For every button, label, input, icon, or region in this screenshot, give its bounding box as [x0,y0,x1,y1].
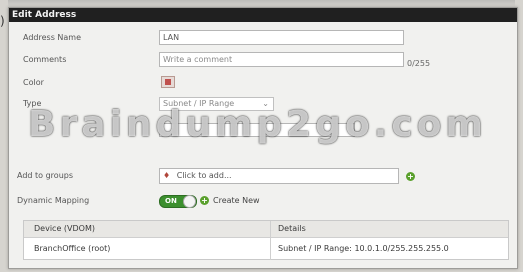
color-picker-button[interactable] [161,76,175,88]
dialog-title: Edit Address [9,8,517,22]
top-shadow [8,0,515,7]
cell-details: Subnet / IP Range: 10.0.1.0/255.255.255.… [278,244,449,253]
table-row[interactable]: BranchOffice (root) Subnet / IP Range: 1… [24,238,508,260]
toggle-on-label: ON [165,197,177,205]
dynamic-mapping-table: Device (VDOM) Details BranchOffice (root… [23,220,509,260]
dynamic-mapping-label: Dynamic Mapping [17,196,90,205]
plus-icon[interactable]: + [406,172,415,181]
address-name-label: Address Name [23,33,82,42]
type-label: Type [23,99,42,108]
address-name-input[interactable]: LAN [159,30,404,45]
edit-address-dialog: Edit Address Address Name LAN Comments W… [8,7,518,269]
create-new-link[interactable]: Create New [213,196,260,205]
comments-label: Comments [23,55,67,64]
type-select-value: Subnet / IP Range [163,99,235,108]
chevron-down-icon: ⌄ [262,99,269,108]
table-header: Device (VDOM) Details [24,221,508,238]
type-select[interactable]: Subnet / IP Range ⌄ [159,97,274,111]
dynamic-mapping-toggle[interactable]: ON [159,195,197,208]
column-divider [270,238,271,260]
group-add-icon: ♦ [163,171,171,180]
column-header-device[interactable]: Device (VDOM) [34,224,95,233]
add-to-groups-input[interactable]: ♦ Click to add... [159,168,399,184]
column-header-details[interactable]: Details [278,224,306,233]
create-new-plus-icon[interactable]: + [200,196,209,205]
edge-fragment: ) [0,14,5,28]
toggle-knob [183,195,196,208]
add-to-groups-label: Add to groups [17,171,74,180]
comments-counter: 0/255 [407,59,431,68]
color-label: Color [23,78,44,87]
subnet-ip-range-input[interactable] [159,123,355,137]
add-to-groups-placeholder: Click to add... [176,171,232,180]
comments-textarea[interactable]: Write a comment [159,52,404,67]
cell-device: BranchOffice (root) [34,244,111,253]
column-divider [270,221,271,237]
